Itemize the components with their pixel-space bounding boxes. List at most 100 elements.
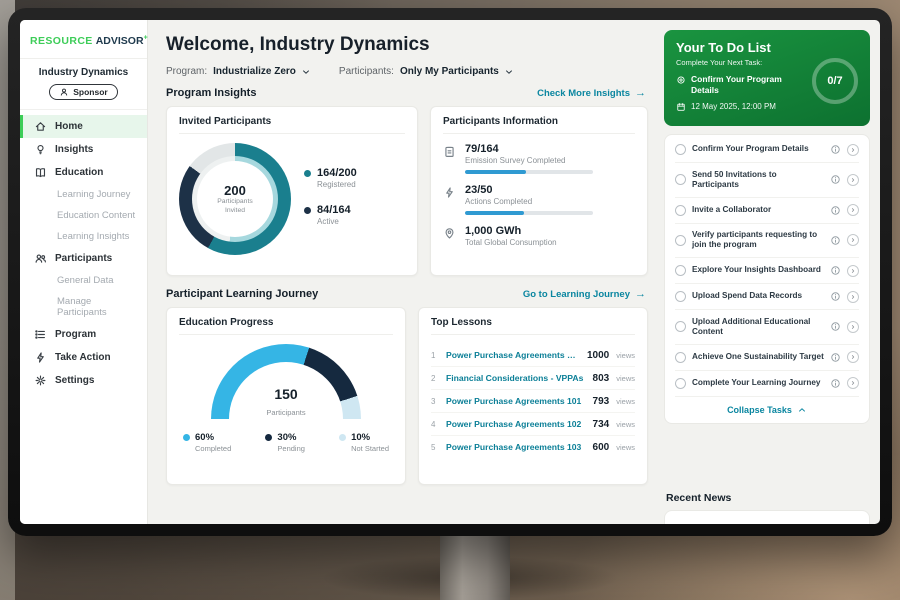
task-checkbox[interactable]	[675, 144, 686, 155]
task-checkbox[interactable]	[675, 321, 686, 332]
legend-value: 60%	[195, 432, 214, 443]
list-icon	[34, 328, 47, 341]
task-checkbox[interactable]	[675, 352, 686, 363]
lesson-rank: 2	[431, 374, 439, 383]
org-section: Industry Dynamics Sponsor	[20, 59, 147, 110]
task-label: Achieve One Sustainability Target	[692, 352, 824, 362]
go-to-learning-journey-link[interactable]: Go to Learning Journey→	[523, 289, 646, 300]
task-row-achieve-one-sustainability-target[interactable]: Achieve One Sustainability Target	[675, 345, 859, 371]
task-checkbox[interactable]	[675, 291, 686, 302]
education-legend-item: 30%Pending	[265, 432, 305, 453]
education-legend-item: 60%Completed	[183, 432, 231, 453]
sidebar-item-participants[interactable]: Participants	[20, 247, 147, 270]
program-filter: Program: Industrialize Zero	[166, 66, 311, 77]
sidebar-item-general-data[interactable]: General Data	[20, 270, 147, 291]
education-legend: 60%Completed30%Pending10%Not Started	[179, 420, 393, 453]
task-checkbox[interactable]	[675, 378, 686, 389]
progress-fill	[465, 211, 524, 215]
chevron-right-icon[interactable]	[847, 291, 859, 303]
section-title-program-insights: Program Insights	[166, 87, 256, 99]
bolt-icon	[443, 186, 456, 199]
book-icon	[34, 166, 47, 179]
sidebar-item-insights[interactable]: Insights	[20, 138, 147, 161]
legend-row: 30%	[265, 432, 305, 443]
lesson-link[interactable]: Power Purchase Agreements 101	[446, 350, 580, 360]
lesson-views-label: views	[616, 374, 635, 383]
sidebar-item-home[interactable]: Home	[20, 115, 147, 138]
task-row-send-50-invitations-to-participants[interactable]: Send 50 Invitations to Participants	[675, 163, 859, 198]
logo-resource: RESOURCE	[30, 35, 93, 47]
task-row-invite-a-collaborator[interactable]: Invite a Collaborator	[675, 198, 859, 224]
info-icon[interactable]	[830, 265, 841, 276]
todo-summary-card: Your To Do List Complete Your Next Task:…	[664, 30, 870, 126]
sidebar-item-learning-insights[interactable]: Learning Insights	[20, 226, 147, 247]
sidebar-item-learning-journey[interactable]: Learning Journey	[20, 184, 147, 205]
sidebar-item-label: Learning Insights	[57, 231, 129, 242]
lesson-link[interactable]: Power Purchase Agreements 101	[446, 396, 586, 406]
lesson-link[interactable]: Power Purchase Agreements 102	[446, 419, 586, 429]
chevron-right-icon[interactable]	[847, 351, 859, 363]
section-title-learning-journey: Participant Learning Journey	[166, 288, 318, 300]
recent-news-title: Recent News	[666, 482, 868, 504]
task-row-confirm-your-program-details[interactable]: Confirm Your Program Details	[675, 137, 859, 163]
sidebar-item-education-content[interactable]: Education Content	[20, 205, 147, 226]
sidebar-item-take-action[interactable]: Take Action	[20, 346, 147, 369]
person-icon	[59, 87, 69, 97]
info-icon[interactable]	[830, 174, 841, 185]
sponsor-badge[interactable]: Sponsor	[49, 84, 117, 100]
sidebar-item-manage-participants[interactable]: Manage Participants	[20, 291, 147, 323]
lesson-views-label: views	[616, 443, 635, 452]
task-row-upload-spend-data-records[interactable]: Upload Spend Data Records	[675, 284, 859, 310]
top-lessons-card: Top Lessons 1Power Purchase Agreements 1…	[418, 307, 648, 485]
task-checkbox[interactable]	[675, 174, 686, 185]
info-icon[interactable]	[830, 144, 841, 155]
lesson-link[interactable]: Financial Considerations - VPPAs	[446, 373, 586, 383]
lesson-views: 734	[593, 419, 610, 430]
chevron-right-icon[interactable]	[847, 377, 859, 389]
task-checkbox[interactable]	[675, 235, 686, 246]
chevron-right-icon[interactable]	[847, 144, 859, 156]
sidebar-item-education[interactable]: Education	[20, 161, 147, 184]
info-row-text: 79/164Emission Survey Completed	[465, 143, 593, 174]
info-rows: 79/164Emission Survey Completed23/50Acti…	[443, 143, 635, 252]
sidebar-item-label: Manage Participants	[57, 296, 139, 318]
sidebar-item-program[interactable]: Program	[20, 323, 147, 346]
sidebar-item-settings[interactable]: Settings	[20, 369, 147, 392]
sidebar-nav: HomeInsightsEducationLearning JourneyEdu…	[20, 110, 147, 524]
info-icon[interactable]	[830, 291, 841, 302]
program-filter-dropdown[interactable]: Industrialize Zero	[213, 66, 311, 77]
logo-advisor: ADVISOR+	[96, 35, 148, 47]
info-label: Actions Completed	[465, 197, 593, 206]
chevron-right-icon[interactable]	[847, 265, 859, 277]
lesson-link[interactable]: Power Purchase Agreements 103	[446, 442, 586, 452]
info-icon[interactable]	[830, 352, 841, 363]
collapse-tasks-link[interactable]: Collapse Tasks	[675, 397, 859, 423]
participants-filter-dropdown[interactable]: Only My Participants	[400, 66, 514, 77]
task-row-explore-your-insights-dashboard[interactable]: Explore Your Insights Dashboard	[675, 258, 859, 284]
info-icon[interactable]	[830, 205, 841, 216]
gauge-center-value: 150	[211, 387, 361, 402]
task-label: Send 50 Invitations to Participants	[692, 170, 824, 191]
info-icon[interactable]	[830, 321, 841, 332]
task-checkbox[interactable]	[675, 205, 686, 216]
task-row-upload-additional-educational-content[interactable]: Upload Additional Educational Content	[675, 310, 859, 345]
chevron-right-icon[interactable]	[847, 234, 859, 246]
chevron-right-icon[interactable]	[847, 174, 859, 186]
info-icon[interactable]	[830, 235, 841, 246]
task-row-complete-your-learning-journey[interactable]: Complete Your Learning Journey	[675, 371, 859, 397]
chevron-right-icon[interactable]	[847, 321, 859, 333]
legend-value: 164/200	[317, 167, 357, 179]
task-checkbox[interactable]	[675, 265, 686, 276]
legend-value: 84/164	[317, 204, 351, 216]
invited-participants-card: Invited Participants 200 Participants In…	[166, 106, 418, 276]
arrow-right-icon: →	[635, 88, 646, 99]
legend-dot	[304, 170, 311, 177]
chevron-right-icon[interactable]	[847, 204, 859, 216]
invited-donut-center: 200 Participants Invited	[197, 161, 273, 237]
check-more-insights-link[interactable]: Check More Insights→	[537, 88, 646, 99]
todo-progress-ring: 0/7	[812, 58, 858, 104]
info-icon[interactable]	[830, 378, 841, 389]
task-row-verify-participants-requesting-to-join-the-program[interactable]: Verify participants requesting to join t…	[675, 224, 859, 259]
insights-cards-row: Invited Participants 200 Participants In…	[166, 106, 648, 276]
todo-next-task[interactable]: Confirm Your Program Details	[676, 74, 804, 95]
